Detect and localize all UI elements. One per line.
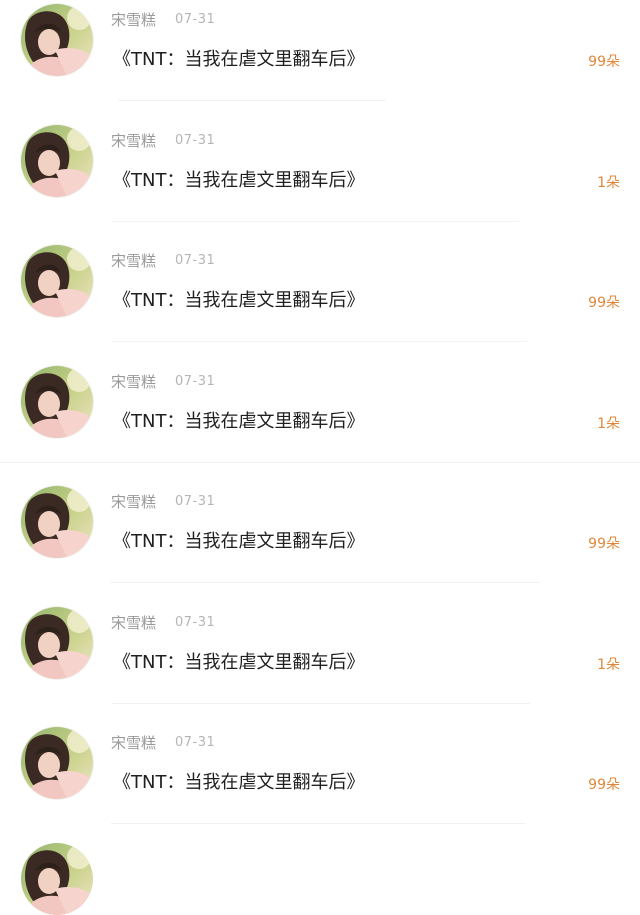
list-item[interactable]: 宋雪糕 07-31 《TNT：当我在虐文里翻车后》 1朵	[0, 362, 640, 482]
flower-count: 99朵	[588, 536, 620, 552]
row-divider	[118, 100, 386, 101]
row-divider	[111, 823, 525, 824]
book-title[interactable]: 《TNT：当我在虐文里翻车后》	[113, 47, 364, 73]
avatar[interactable]	[21, 4, 93, 76]
partial-avatar	[21, 843, 93, 915]
username[interactable]: 宋雪糕	[111, 492, 156, 512]
book-title[interactable]: 《TNT：当我在虐文里翻车后》	[113, 770, 364, 796]
book-title[interactable]: 《TNT：当我在虐文里翻车后》	[113, 650, 364, 676]
row-divider	[110, 582, 540, 583]
flower-count: 99朵	[588, 777, 620, 793]
username[interactable]: 宋雪糕	[111, 372, 156, 392]
avatar[interactable]	[21, 124, 93, 197]
avatar[interactable]	[21, 727, 93, 799]
list-item[interactable]: 宋雪糕 07-31 《TNT：当我在虐文里翻车后》 99朵	[0, 241, 640, 361]
username[interactable]: 宋雪糕	[111, 251, 156, 271]
list-item[interactable]: 宋雪糕 07-31 《TNT：当我在虐文里翻车后》 99朵	[0, 482, 640, 602]
username[interactable]: 宋雪糕	[111, 733, 156, 753]
post-date: 07-31	[175, 132, 216, 148]
flower-count: 1朵	[597, 415, 620, 432]
list-item[interactable]: 宋雪糕 07-31 《TNT：当我在虐文里翻车后》 1朵	[0, 603, 640, 723]
list-item[interactable]: 宋雪糕 07-31 《TNT：当我在虐文里翻车后》 99朵	[0, 723, 640, 843]
avatar[interactable]	[21, 365, 93, 438]
flower-count: 99朵	[588, 54, 620, 70]
avatar[interactable]	[21, 606, 93, 679]
flower-count: 99朵	[588, 295, 620, 311]
row-divider	[112, 341, 527, 342]
post-date: 07-31	[175, 735, 216, 750]
avatar[interactable]	[21, 486, 93, 558]
flower-count: 1朵	[597, 174, 620, 191]
post-date: 07-31	[175, 253, 216, 268]
row-divider	[111, 220, 519, 222]
post-date: 07-31	[175, 12, 216, 27]
book-title[interactable]: 《TNT：当我在虐文里翻车后》	[113, 168, 364, 194]
book-title[interactable]: 《TNT：当我在虐文里翻车后》	[113, 529, 364, 555]
book-title[interactable]: 《TNT：当我在虐文里翻车后》	[113, 409, 364, 435]
post-date: 07-31	[175, 494, 216, 509]
book-title[interactable]: 《TNT：当我在虐文里翻车后》	[113, 288, 364, 314]
username[interactable]: 宋雪糕	[111, 613, 156, 633]
feed-list: 宋雪糕 07-31 《TNT：当我在虐文里翻车后》 99朵 宋雪糕 07-31 《TNT：…	[0, 0, 640, 853]
row-divider	[0, 461, 640, 463]
avatar[interactable]	[21, 245, 93, 317]
flower-count: 1朵	[597, 656, 620, 673]
post-date: 07-31	[175, 614, 216, 630]
post-date: 07-31	[175, 373, 216, 389]
username[interactable]: 宋雪糕	[111, 10, 156, 30]
list-item[interactable]: 宋雪糕 07-31 《TNT：当我在虐文里翻车后》 99朵	[0, 0, 640, 120]
row-divider	[112, 702, 530, 704]
username[interactable]: 宋雪糕	[111, 131, 156, 151]
list-item[interactable]: 宋雪糕 07-31 《TNT：当我在虐文里翻车后》 1朵	[0, 121, 640, 241]
